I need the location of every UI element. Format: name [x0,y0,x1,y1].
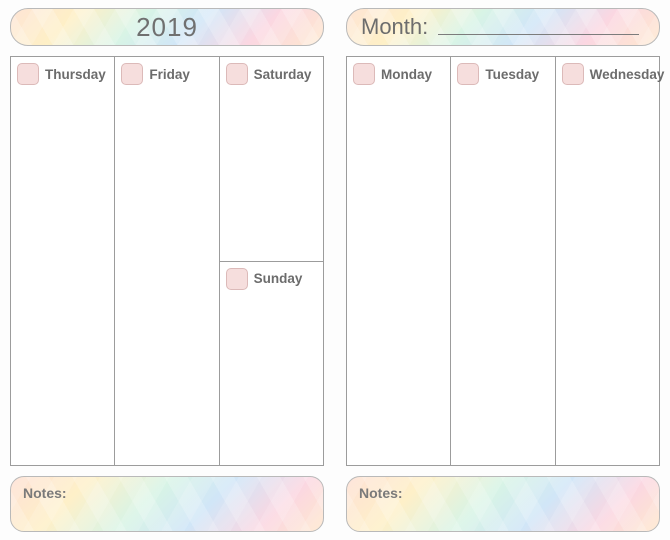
month-label: Month: [361,14,428,40]
cell-sunday[interactable]: Sunday [220,261,323,466]
checkbox-friday[interactable] [121,63,143,85]
left-notes-section[interactable]: Notes: [10,476,324,532]
checkbox-tuesday[interactable] [457,63,479,85]
cell-monday[interactable]: Monday [347,57,450,465]
left-notes-label: Notes: [23,485,311,501]
label-friday: Friday [149,67,190,82]
column-monday: Monday [347,57,451,465]
cell-saturday[interactable]: Saturday [220,57,323,261]
month-banner: Month: [346,8,660,46]
column-tuesday: Tuesday [451,57,555,465]
month-input-line[interactable] [438,34,639,35]
checkbox-saturday[interactable] [226,63,248,85]
label-sunday: Sunday [254,271,303,286]
right-notes-label: Notes: [359,485,647,501]
label-thursday: Thursday [45,67,106,82]
cell-wednesday[interactable]: Wednesday [556,57,659,465]
column-wednesday: Wednesday [556,57,659,465]
left-week-grid: Thursday Friday Saturday [10,56,324,466]
label-wednesday: Wednesday [590,67,665,82]
checkbox-thursday[interactable] [17,63,39,85]
year-banner: 2019 [10,8,324,46]
cell-friday[interactable]: Friday [115,57,218,465]
checkbox-monday[interactable] [353,63,375,85]
planner-right-page: Month: Monday Tuesday [346,8,660,532]
checkbox-sunday[interactable] [226,268,248,290]
column-friday: Friday [115,57,219,465]
column-thursday: Thursday [11,57,115,465]
checkbox-wednesday[interactable] [562,63,584,85]
year-text: 2019 [25,12,309,43]
label-monday: Monday [381,67,432,82]
cell-thursday[interactable]: Thursday [11,57,114,465]
cell-tuesday[interactable]: Tuesday [451,57,554,465]
label-tuesday: Tuesday [485,67,539,82]
column-weekend: Saturday Sunday [220,57,323,465]
label-saturday: Saturday [254,67,312,82]
right-notes-section[interactable]: Notes: [346,476,660,532]
right-week-grid: Monday Tuesday Wednesday [346,56,660,466]
planner-left-page: 2019 Thursday Friday Satur [10,8,324,532]
